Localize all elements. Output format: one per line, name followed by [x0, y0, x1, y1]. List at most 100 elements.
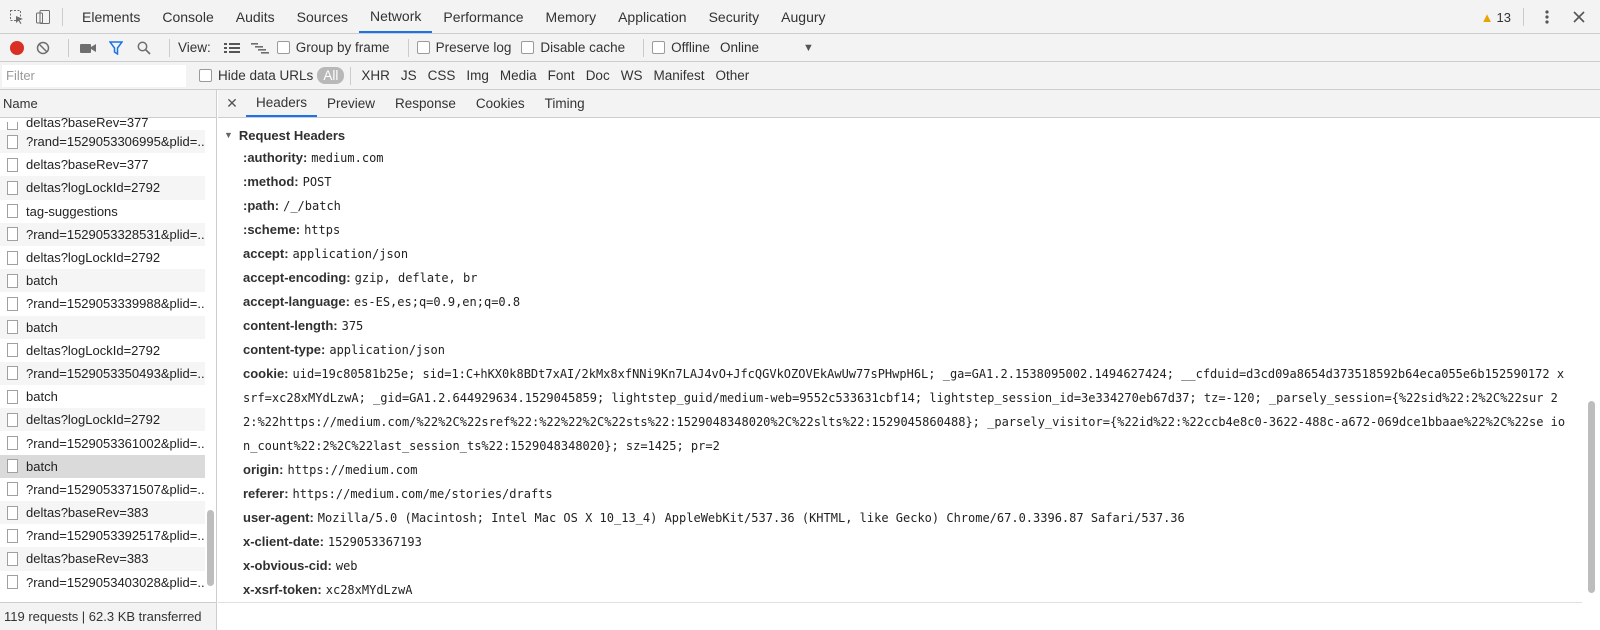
request-name: batch — [26, 389, 58, 405]
filter-type-xhr[interactable]: XHR — [357, 67, 394, 84]
filter-type-css[interactable]: CSS — [424, 67, 460, 84]
warning-icon: ▲ — [1480, 9, 1494, 25]
tab-security[interactable]: Security — [698, 0, 771, 33]
request-name: ?rand=1529053403028&plid=... — [26, 574, 205, 590]
inspect-element-icon[interactable] — [6, 6, 28, 28]
divider — [350, 66, 352, 85]
tab-console[interactable]: Console — [151, 0, 224, 33]
detail-scrollbar[interactable] — [1586, 118, 1596, 602]
tab-elements[interactable]: Elements — [71, 0, 151, 33]
offline-checkbox[interactable] — [652, 41, 666, 54]
tab-network[interactable]: Network — [359, 0, 433, 33]
request-row[interactable]: tag-suggestions — [0, 200, 205, 223]
header-value: 375 — [341, 319, 364, 333]
document-icon — [7, 227, 18, 242]
filter-type-doc[interactable]: Doc — [582, 67, 614, 84]
tab-application[interactable]: Application — [607, 0, 698, 33]
next-section-divider — [218, 602, 1582, 630]
close-devtools-icon[interactable] — [1568, 6, 1590, 28]
large-rows-icon[interactable] — [221, 37, 243, 59]
document-icon — [7, 389, 18, 404]
header-value: application/json — [292, 247, 409, 261]
disable-cache-checkbox[interactable] — [521, 41, 535, 54]
throttling-select[interactable]: Online ▼ — [720, 40, 814, 55]
warnings-counter[interactable]: ▲ 13 — [1481, 10, 1511, 25]
request-row[interactable]: ?rand=1529053392517&plid=... — [0, 524, 205, 547]
tab-performance[interactable]: Performance — [432, 0, 534, 33]
request-row[interactable]: ?rand=1529053328531&plid=... — [0, 222, 205, 246]
filter-type-img[interactable]: Img — [462, 67, 493, 84]
request-row[interactable]: deltas?baseRev=377 — [0, 153, 205, 176]
header-row: content-type: application/json — [218, 338, 1582, 362]
request-row[interactable]: ?rand=1529053361002&plid=... — [0, 431, 205, 454]
document-icon — [7, 436, 18, 451]
filter-type-js[interactable]: JS — [397, 67, 421, 84]
request-row[interactable]: deltas?logLockId=2792 — [0, 339, 205, 362]
header-name: user-agent: — [243, 510, 314, 525]
search-icon[interactable] — [133, 37, 155, 59]
request-list-scrollbar[interactable] — [206, 118, 215, 599]
header-name: :scheme: — [243, 222, 301, 237]
header-value: uid=19c80581b25e; sid=1:C+hKX0k8BDt7xAI/… — [243, 367, 1566, 453]
request-row[interactable]: deltas?logLockId=2792 — [0, 176, 205, 200]
request-row[interactable]: ?rand=1529053403028&plid=... — [0, 571, 205, 594]
detail-tab-response[interactable]: Response — [385, 90, 466, 117]
preserve-log-label: Preserve log — [435, 40, 512, 55]
record-button[interactable] — [10, 40, 24, 55]
request-row[interactable]: batch — [0, 454, 205, 478]
request-row[interactable]: ?rand=1529053350493&plid=... — [0, 361, 205, 386]
request-name: deltas?logLockId=2792 — [26, 250, 161, 266]
preserve-log-checkbox[interactable] — [416, 41, 430, 54]
filter-type-media[interactable]: Media — [496, 67, 541, 84]
request-row[interactable]: batch — [0, 315, 205, 339]
detail-tab-headers[interactable]: Headers — [246, 90, 318, 117]
scrollbar-thumb[interactable] — [207, 510, 214, 586]
detail-tab-preview[interactable]: Preview — [317, 90, 385, 117]
request-detail-pane: ✕ Headers Preview Response Cookies Timing ▼ … — [218, 90, 1600, 630]
tab-augury[interactable]: Augury — [770, 0, 836, 33]
request-row[interactable]: batch — [0, 269, 205, 293]
capture-screenshots-icon[interactable] — [77, 37, 99, 59]
divider — [68, 38, 69, 57]
request-row[interactable]: deltas?baseRev=383 — [0, 547, 205, 571]
header-name: content-length: — [243, 318, 338, 333]
request-row[interactable]: batch — [0, 385, 205, 408]
request-row[interactable]: ?rand=1529053306995&plid=... — [0, 130, 205, 154]
more-options-icon[interactable] — [1536, 6, 1558, 28]
clear-icon[interactable] — [32, 37, 54, 59]
device-toolbar-icon[interactable] — [32, 6, 54, 28]
tab-audits[interactable]: Audits — [225, 0, 286, 33]
filter-input[interactable] — [2, 64, 186, 87]
tab-sources[interactable]: Sources — [286, 0, 359, 33]
request-row[interactable]: ?rand=1529053371507&plid=... — [0, 478, 205, 501]
request-row[interactable]: ?rand=1529053339988&plid=... — [0, 292, 205, 315]
detail-tab-cookies[interactable]: Cookies — [466, 90, 535, 117]
header-value: gzip, deflate, br — [354, 271, 478, 285]
tab-memory[interactable]: Memory — [535, 0, 608, 33]
request-headers-section[interactable]: ▼ Request Headers — [218, 124, 1582, 146]
close-detail-icon[interactable]: ✕ — [218, 90, 246, 117]
scrollbar-thumb[interactable] — [1588, 401, 1595, 593]
hide-data-urls-checkbox[interactable] — [199, 69, 212, 82]
name-column-header[interactable]: Name — [0, 90, 216, 118]
filter-type-other[interactable]: Other — [711, 67, 753, 84]
header-name: cookie: — [243, 366, 289, 381]
request-row[interactable]: deltas?baseRev=377 — [0, 118, 205, 130]
request-row[interactable]: deltas?baseRev=383 — [0, 501, 205, 525]
header-name: accept-language: — [243, 294, 350, 309]
filter-bar: Hide data URLs All XHRJSCSSImgMediaFontDo… — [0, 62, 1600, 90]
header-name: accept-encoding: — [243, 270, 351, 285]
request-row[interactable]: deltas?logLockId=2792 — [0, 246, 205, 269]
filter-icon[interactable] — [105, 37, 127, 59]
group-by-frame-checkbox[interactable] — [276, 41, 290, 54]
filter-type-ws[interactable]: WS — [617, 67, 647, 84]
filter-type-all[interactable]: All — [317, 67, 345, 84]
filter-type-font[interactable]: Font — [544, 67, 579, 84]
request-row[interactable]: deltas?logLockId=2792 — [0, 408, 205, 432]
waterfall-icon[interactable] — [249, 37, 271, 59]
filter-type-manifest[interactable]: Manifest — [649, 67, 708, 84]
header-value: xc28xMYdLzwA — [325, 583, 413, 597]
header-row: accept: application/json — [218, 242, 1582, 266]
detail-tab-timing[interactable]: Timing — [535, 90, 595, 117]
header-row: accept-language: es-ES,es;q=0.9,en;q=0.8 — [218, 290, 1582, 314]
